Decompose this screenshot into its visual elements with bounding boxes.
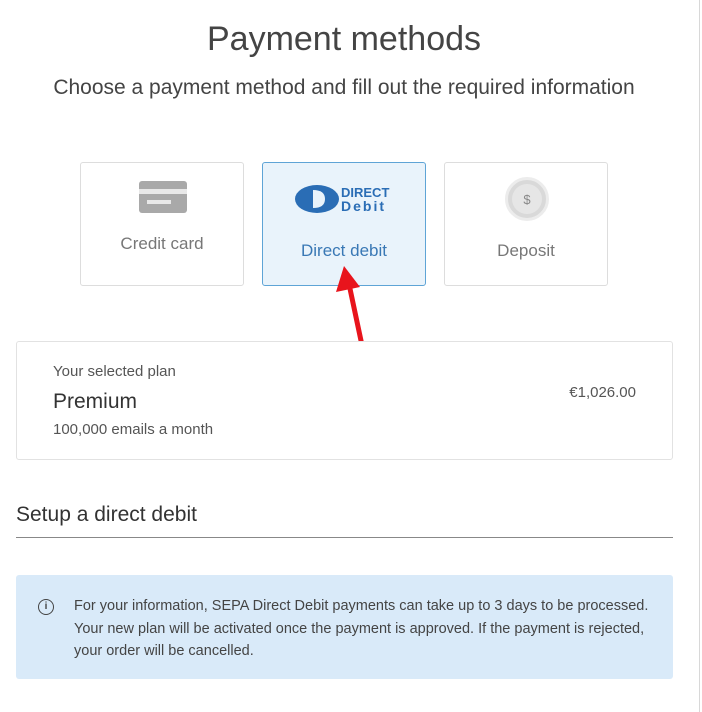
direct-debit-logo-text-bottom: Debit: [341, 198, 386, 214]
plan-detail: 100,000 emails a month: [53, 421, 214, 438]
selected-plan-card: Your selected plan Premium 100,000 email…: [16, 341, 673, 460]
dollar-coin-icon: $: [505, 177, 549, 221]
payment-method-credit-card[interactable]: Credit card: [80, 162, 244, 286]
info-text: For your information, SEPA Direct Debit …: [74, 598, 649, 659]
page-title: Payment methods: [206, 20, 482, 58]
plan-price: €1,026.00: [569, 384, 636, 401]
plan-caption: Your selected plan: [53, 363, 176, 380]
info-icon: i: [38, 599, 54, 615]
info-notice: i For your information, SEPA Direct Debi…: [16, 575, 673, 679]
payment-method-label: Direct debit: [301, 241, 387, 260]
page-subtitle: Choose a payment method and fill out the…: [53, 76, 635, 99]
direct-debit-logo: DIRECT Debit: [295, 185, 389, 214]
payment-method-deposit[interactable]: $ Deposit: [444, 162, 608, 286]
plan-name: Premium: [53, 390, 138, 413]
credit-card-icon: [139, 181, 187, 213]
section-title: Setup a direct debit: [16, 503, 197, 526]
window-edge: [699, 0, 700, 712]
section-divider: [16, 537, 673, 538]
payment-method-label: Credit card: [120, 234, 204, 253]
payment-method-label: Deposit: [497, 241, 555, 260]
